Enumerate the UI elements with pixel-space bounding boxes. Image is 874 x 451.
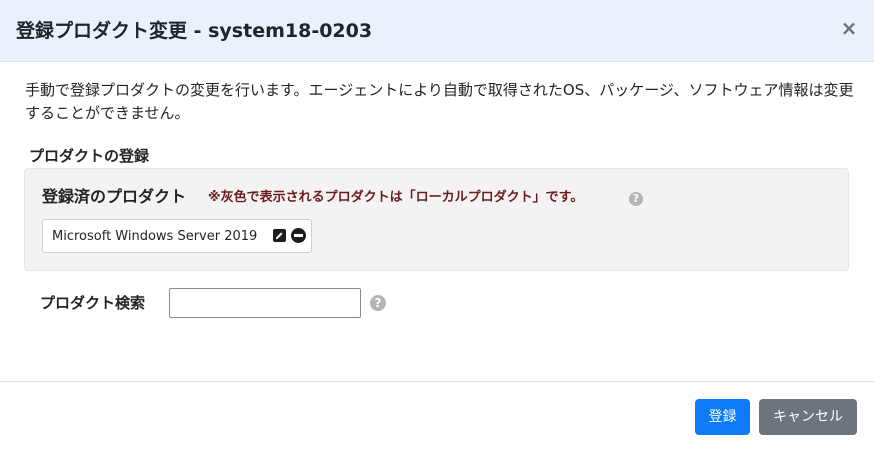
local-product-note: ※灰色で表示されるプロダクトは「ローカルプロダクト」です。 [208,190,584,205]
edit-icon[interactable] [273,229,286,242]
dialog-description: 手動で登録プロダクトの変更を行います。エージェントにより自動で取得されたOS、パ… [25,81,854,122]
product-name: Microsoft Windows Server 2019 [52,229,258,244]
close-icon[interactable]: × [840,17,858,39]
footer-divider [0,381,874,382]
help-icon[interactable]: ? [629,192,643,206]
help-icon[interactable]: ? [370,295,386,311]
cancel-button[interactable]: キャンセル [759,399,857,435]
section-title-product-registration: プロダクトの登録 [29,147,150,165]
registered-products-panel: 登録済のプロダクト ※灰色で表示されるプロダクトは「ローカルプロダクト」です。 … [24,168,849,271]
registered-products-label: 登録済のプロダクト [42,187,187,206]
registered-product-chip: Microsoft Windows Server 2019 [42,219,312,253]
dialog-header: 登録プロダクト変更 - system18-0203 × [0,0,874,62]
dialog-title: 登録プロダクト変更 - system18-0203 [16,20,373,42]
product-search-input[interactable] [169,288,361,318]
product-search-label: プロダクト検索 [40,294,146,312]
product-change-dialog: 登録プロダクト変更 - system18-0203 × 手動で登録プロダクトの変… [0,0,874,451]
register-button[interactable]: 登録 [695,399,750,435]
remove-circle-icon[interactable] [291,228,306,243]
